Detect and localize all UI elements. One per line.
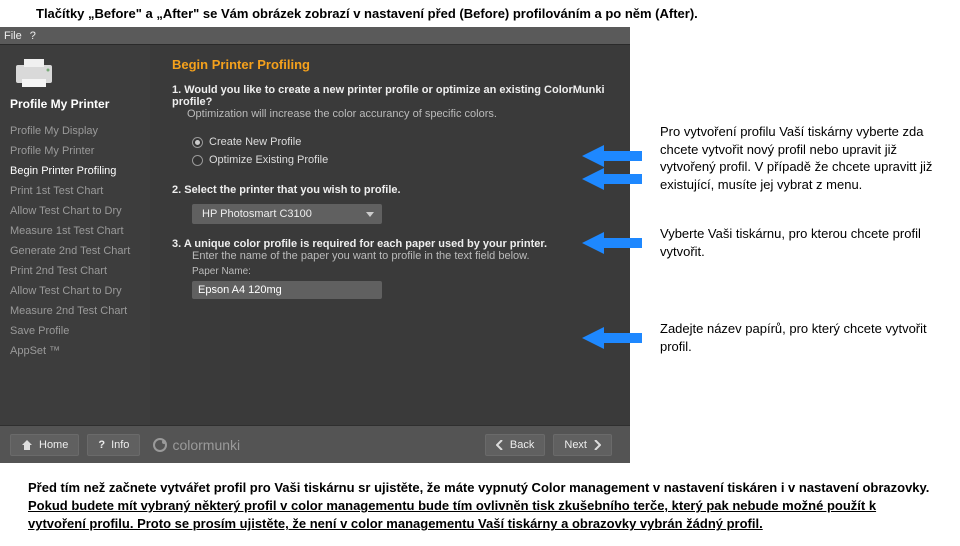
sidebar-heading: Profile My Printer — [0, 93, 150, 121]
info-button[interactable]: ? Info — [87, 434, 140, 456]
printer-dropdown[interactable]: HP Photosmart C3100 — [192, 204, 382, 224]
radio-optimize-label: Optimize Existing Profile — [209, 154, 328, 166]
paper-name-input[interactable] — [192, 281, 382, 299]
question-icon: ? — [98, 439, 105, 451]
step1-text: 1. Would you like to create a new printe… — [172, 84, 608, 108]
sidebar-item-print-1st[interactable]: Print 1st Test Chart — [0, 181, 150, 201]
bottom-line2: Pokud budete mít vybraný některý profil … — [28, 497, 932, 533]
radio-create-new-label: Create New Profile — [209, 136, 301, 148]
chevron-left-icon — [496, 440, 504, 450]
annotation-text-2: Vyberte Vaši tiskárnu, pro kterou chcete… — [660, 225, 950, 260]
radio-create-new[interactable]: Create New Profile — [192, 136, 608, 148]
menu-help[interactable]: ? — [30, 30, 36, 42]
menu-file[interactable]: File — [4, 30, 22, 42]
annotation-arrow-3 — [582, 327, 642, 349]
annotation-arrow-2 — [582, 232, 642, 254]
home-button[interactable]: Home — [10, 434, 79, 456]
sidebar: Profile My Printer Profile My Display Pr… — [0, 45, 150, 425]
info-label: Info — [111, 439, 129, 451]
paper-name-label: Paper Name: — [192, 266, 608, 277]
sidebar-item-profile-display[interactable]: Profile My Display — [0, 121, 150, 141]
next-label: Next — [564, 439, 587, 451]
main-panel: Begin Printer Profiling 1. Would you lik… — [150, 45, 630, 425]
sidebar-item-profile-printer[interactable]: Profile My Printer — [0, 141, 150, 161]
annotation-text-1: Pro vytvoření profilu Vaší tiskárny vybe… — [660, 123, 950, 193]
sidebar-item-measure-2nd[interactable]: Measure 2nd Test Chart — [0, 301, 150, 321]
bottom-paragraph: Před tím než začnete vytvářet profil pro… — [0, 463, 960, 546]
annotation-arrow-1 — [582, 145, 642, 167]
footer-bar: Home ? Info colormunki Back Next — [0, 425, 630, 463]
page-title: Begin Printer Profiling — [172, 57, 608, 72]
radio-group: Create New Profile Optimize Existing Pro… — [192, 130, 608, 172]
sidebar-item-generate-2nd[interactable]: Generate 2nd Test Chart — [0, 241, 150, 261]
sidebar-item-measure-1st[interactable]: Measure 1st Test Chart — [0, 221, 150, 241]
sidebar-item-print-2nd[interactable]: Print 2nd Test Chart — [0, 261, 150, 281]
step2-text: 2. Select the printer that you wish to p… — [172, 184, 608, 196]
sidebar-item-dry-1st[interactable]: Allow Test Chart to Dry — [0, 201, 150, 221]
annotation-text-3: Zadejte název papírů, pro který chcete v… — [660, 320, 950, 355]
annotation-arrow-1b — [582, 168, 642, 190]
brand-text: colormunki — [172, 437, 240, 453]
bottom-line1: Před tím než začnete vytvářet profil pro… — [28, 479, 932, 497]
sidebar-item-dry-2nd[interactable]: Allow Test Chart to Dry — [0, 281, 150, 301]
radio-icon — [192, 137, 203, 148]
top-czech-caption: Tlačítky „Before" a „After" se Vám obráz… — [0, 0, 960, 27]
home-label: Home — [39, 439, 68, 451]
radio-icon — [192, 155, 203, 166]
menubar: File ? — [0, 27, 630, 45]
back-label: Back — [510, 439, 534, 451]
brand-logo: colormunki — [152, 437, 240, 453]
back-button[interactable]: Back — [485, 434, 545, 456]
colormunki-icon — [152, 437, 168, 453]
next-button[interactable]: Next — [553, 434, 612, 456]
sidebar-item-begin-profiling[interactable]: Begin Printer Profiling — [0, 161, 150, 181]
step1-sub: Optimization will increase the color acc… — [187, 108, 608, 120]
step3-text-a: 3. A unique color profile is required fo… — [172, 238, 608, 250]
step3-text-b: Enter the name of the paper you want to … — [192, 250, 608, 262]
application-window: File ? Profile My Printer Profile My Dis… — [0, 27, 630, 463]
chevron-right-icon — [593, 440, 601, 450]
printer-selected-value: HP Photosmart C3100 — [202, 208, 312, 220]
sidebar-item-appset[interactable]: AppSet ™ — [0, 341, 150, 361]
home-icon — [21, 439, 33, 451]
radio-optimize[interactable]: Optimize Existing Profile — [192, 154, 608, 166]
printer-icon — [10, 55, 58, 91]
sidebar-item-save-profile[interactable]: Save Profile — [0, 321, 150, 341]
